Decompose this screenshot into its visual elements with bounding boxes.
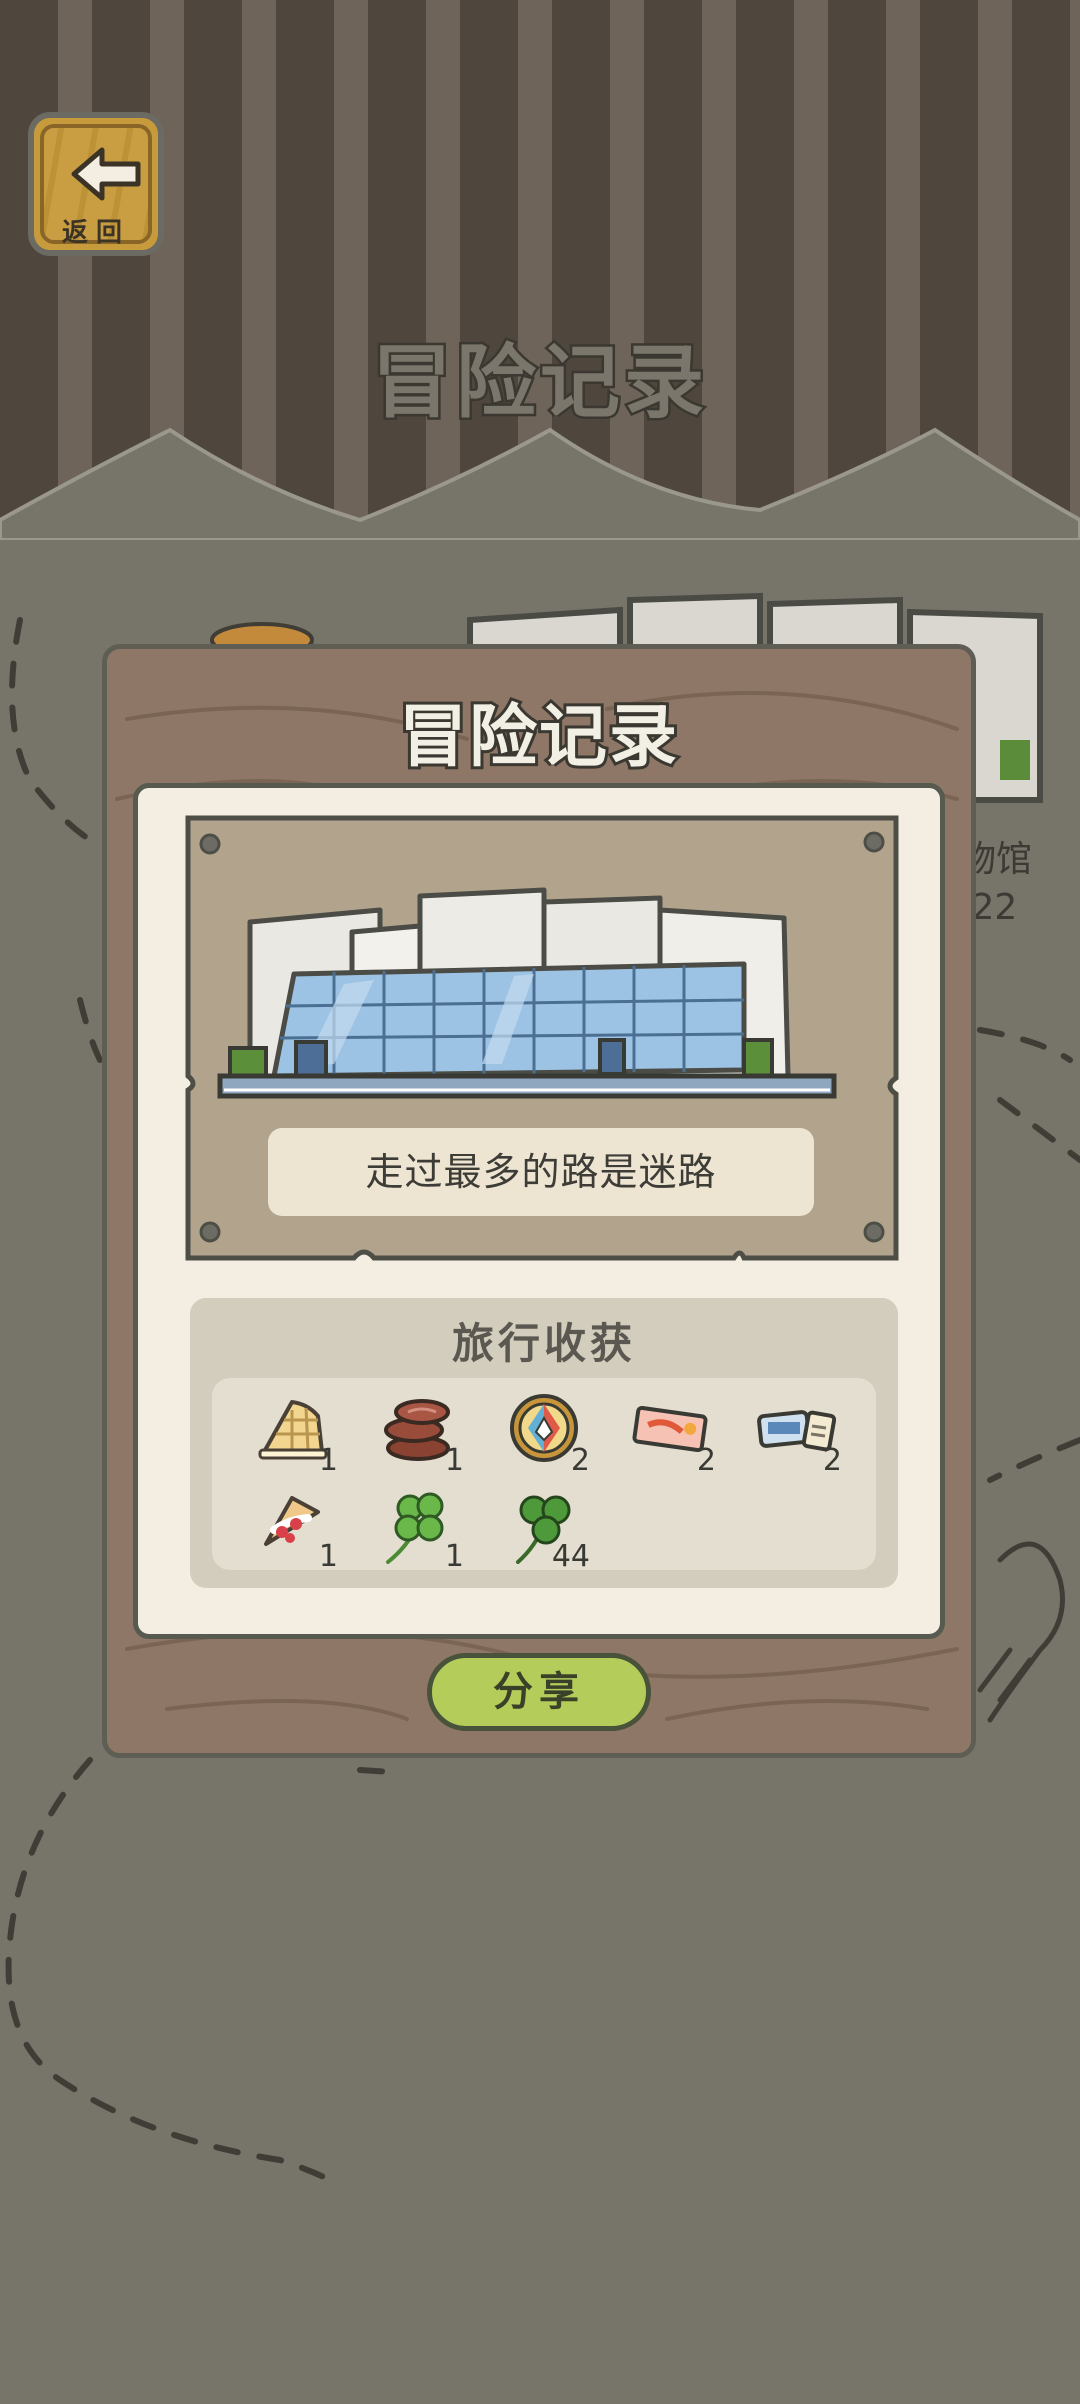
adventure-record-screen: 物馆 .22 返回 冒险记录 冒险记录 走过最多的路是迷路 旅行收获 1 1 2…	[0, 0, 1080, 2404]
rewards-title: 旅行收获	[451, 1319, 636, 1368]
reward-count: 1	[318, 1539, 338, 1574]
reward-clover[interactable]: 44	[484, 1480, 604, 1574]
reward-count: 44	[551, 1539, 590, 1574]
reward-count: 2	[822, 1443, 842, 1478]
screen-title: 冒险记录	[370, 334, 708, 432]
dialog-title: 冒险记录	[396, 695, 680, 780]
adventure-record-dialog: 冒险记录 走过最多的路是迷路 旅行收获 1 1 2 2 2 1 1 44 分享	[102, 644, 976, 1758]
reward-crepe[interactable]: 1	[232, 1480, 352, 1574]
back-button-face: 返回	[40, 124, 152, 248]
rewards-grid: 1 1 2 2 2 1 1 44	[212, 1378, 876, 1574]
rewards-panel: 旅行收获 1 1 2 2 2 1 1 44	[190, 1298, 898, 1588]
share-button[interactable]: 分享	[427, 1653, 651, 1731]
reward-count: 1	[444, 1443, 464, 1478]
reward-bus-ticket[interactable]: 2	[736, 1384, 856, 1478]
reward-count: 1	[444, 1539, 464, 1574]
reward-count: 2	[570, 1443, 590, 1478]
record-caption: 走过最多的路是迷路	[268, 1128, 814, 1216]
reward-four-leaf-clover[interactable]: 1	[358, 1480, 478, 1574]
reward-waffle[interactable]: 1	[232, 1384, 352, 1478]
reward-count: 1	[318, 1443, 338, 1478]
record-card: 走过最多的路是迷路 旅行收获 1 1 2 2 2 1 1 44	[133, 783, 945, 1639]
photo-panel: 走过最多的路是迷路	[184, 814, 900, 1262]
reward-compass[interactable]: 2	[484, 1384, 604, 1478]
reward-count: 2	[696, 1443, 716, 1478]
back-button-label: 返回	[61, 218, 130, 248]
reward-chocolate-roll[interactable]: 1	[358, 1384, 478, 1478]
back-arrow-icon	[71, 147, 141, 201]
back-button[interactable]: 返回	[28, 112, 164, 256]
reward-ticket[interactable]: 2	[610, 1384, 730, 1478]
